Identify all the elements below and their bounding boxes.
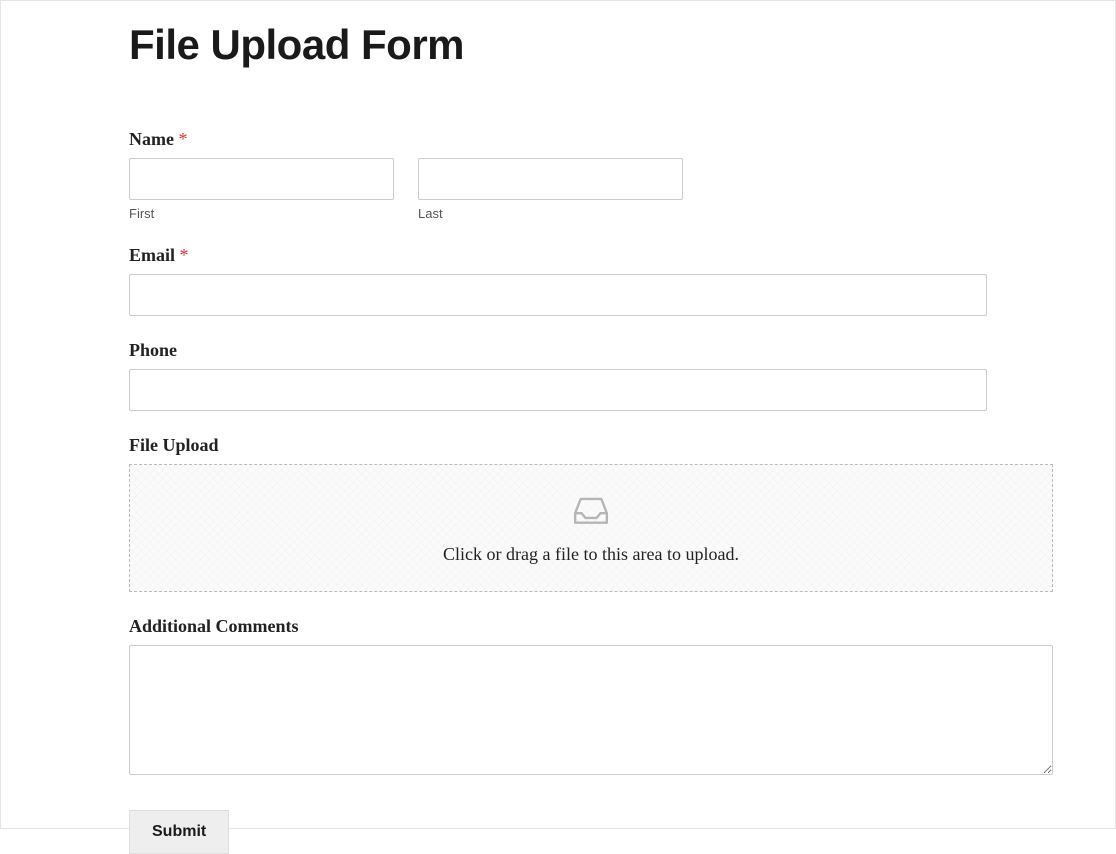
- page-title: File Upload Form: [129, 21, 987, 69]
- phone-input[interactable]: [129, 369, 987, 411]
- name-label: Name *: [129, 129, 987, 150]
- email-label-text: Email: [129, 245, 175, 265]
- file-upload-dropzone[interactable]: Click or drag a file to this area to upl…: [129, 464, 1053, 592]
- dropzone-text: Click or drag a file to this area to upl…: [150, 544, 1032, 565]
- email-input[interactable]: [129, 274, 987, 316]
- last-name-input[interactable]: [418, 158, 683, 200]
- phone-label: Phone: [129, 340, 987, 361]
- last-name-sublabel: Last: [418, 206, 683, 221]
- last-name-col: Last: [418, 158, 683, 221]
- required-star-icon: *: [180, 245, 189, 265]
- comments-field-group: Additional Comments: [129, 616, 987, 780]
- email-field-group: Email *: [129, 245, 987, 316]
- submit-button[interactable]: Submit: [129, 810, 229, 854]
- comments-textarea[interactable]: [129, 645, 1053, 775]
- inbox-icon: [572, 493, 610, 532]
- form-container: File Upload Form Name * First Last Email…: [0, 0, 1116, 829]
- comments-label: Additional Comments: [129, 616, 987, 637]
- email-label: Email *: [129, 245, 987, 266]
- name-label-text: Name: [129, 129, 174, 149]
- phone-field-group: Phone: [129, 340, 987, 411]
- first-name-col: First: [129, 158, 394, 221]
- file-upload-label: File Upload: [129, 435, 987, 456]
- name-field-group: Name * First Last: [129, 129, 987, 221]
- required-star-icon: *: [178, 129, 187, 149]
- file-upload-field-group: File Upload Click or drag a file to this…: [129, 435, 987, 592]
- name-row: First Last: [129, 158, 683, 221]
- first-name-sublabel: First: [129, 206, 394, 221]
- first-name-input[interactable]: [129, 158, 394, 200]
